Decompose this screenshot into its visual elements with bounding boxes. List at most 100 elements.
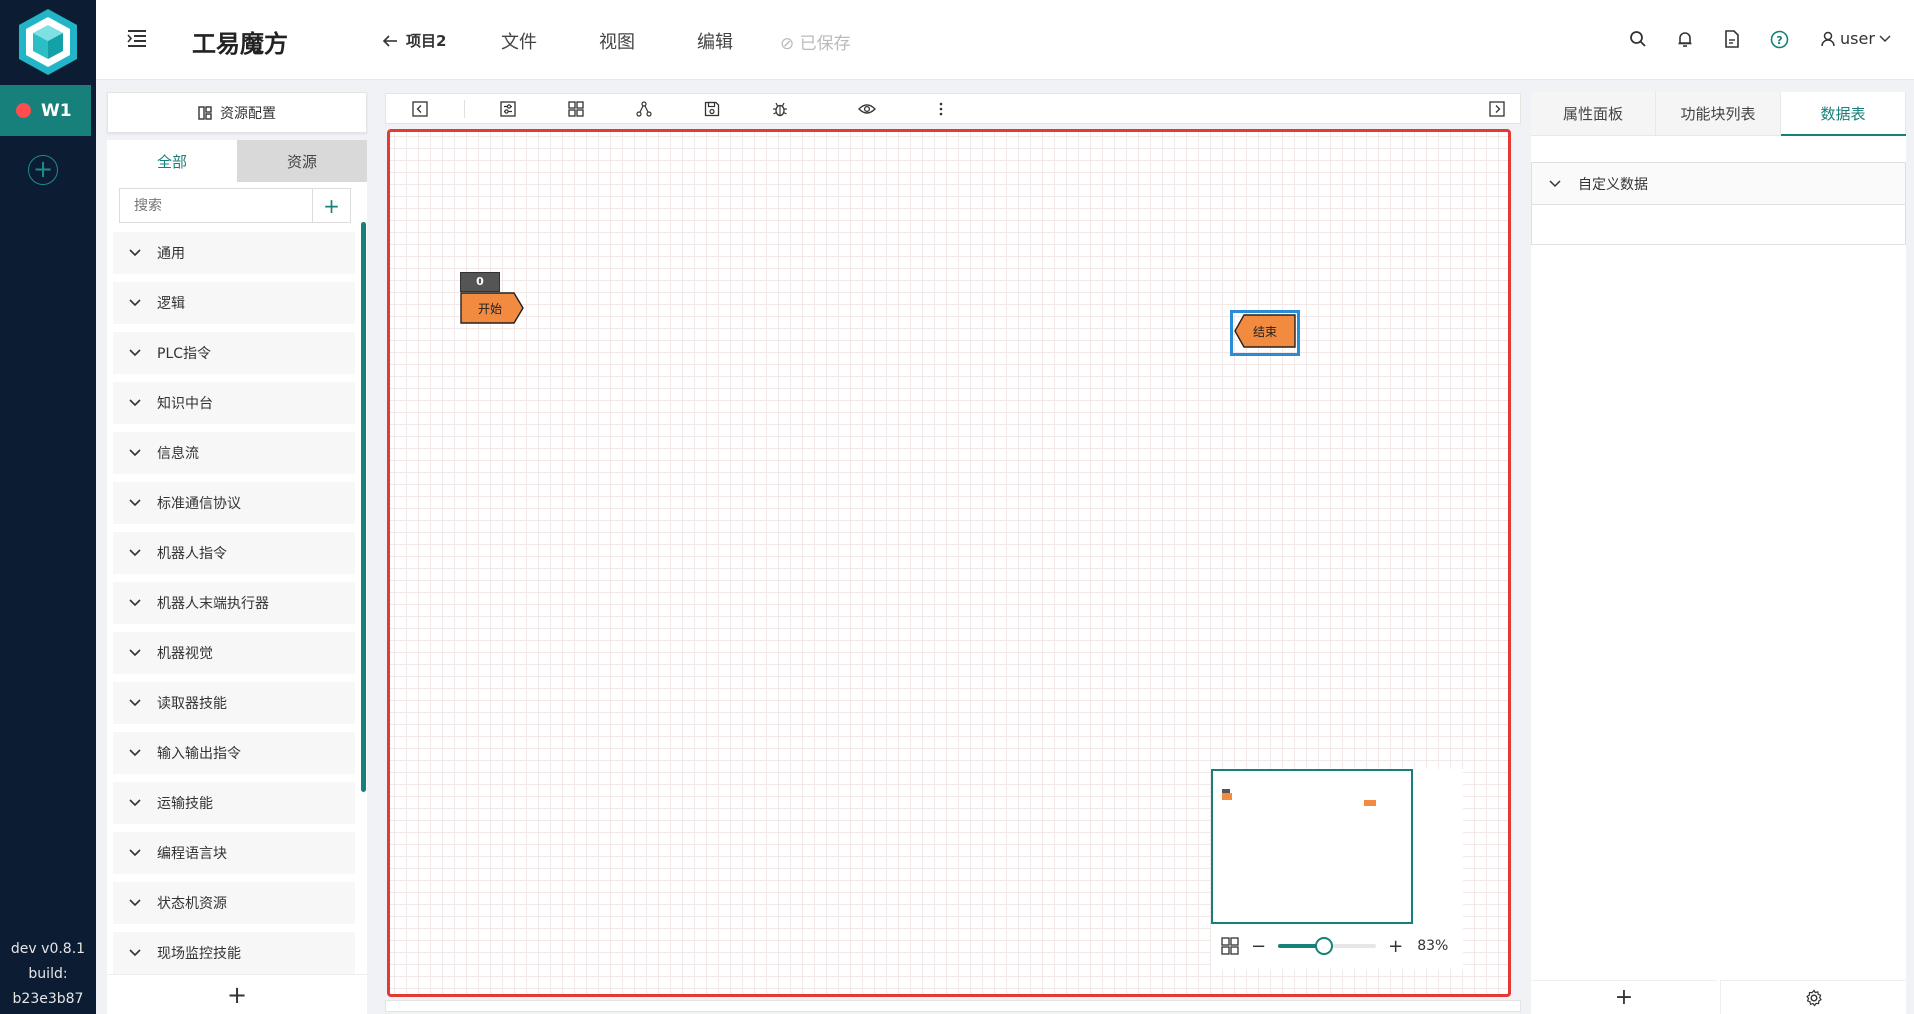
version-line: dev v0.8.1 [10,941,86,957]
resource-config-button[interactable]: 资源配置 [107,92,367,133]
layout-grid-icon[interactable] [566,99,586,119]
category-label: 机器视觉 [157,646,213,662]
category-item[interactable]: 机器人指令 [113,532,355,574]
category-item[interactable]: 信息流 [113,432,355,474]
search-icon[interactable] [1627,28,1649,50]
workspace-tab[interactable]: W1 [0,85,91,136]
minimap-start-node [1222,793,1232,800]
category-label: 标准通信协议 [157,496,241,512]
category-item[interactable]: 逻辑 [113,282,355,324]
start-node-label: 开始 [478,302,503,316]
save-icon[interactable] [702,99,722,119]
custom-data-title: 自定义数据 [1578,176,1648,193]
app-root: W1 + dev v0.8.1 build: b23e3b87 工易魔方 项目2… [0,0,1914,1014]
user-menu[interactable]: user [1820,29,1891,48]
zoom-slider-handle[interactable] [1315,937,1334,955]
tab-resources[interactable]: 资源 [237,140,367,182]
top-header: 工易魔方 项目2 文件 视图 编辑 ⊘ 已保存 ? user [96,0,1914,80]
settings-gear-icon[interactable] [1720,980,1906,1014]
settings-sliders-icon[interactable] [498,99,518,119]
end-node[interactable]: 结束 [1230,310,1300,356]
category-label: 读取器技能 [157,696,227,712]
menu-edit[interactable]: 编辑 [697,28,733,54]
user-icon [1821,31,1835,46]
app-title: 工易魔方 [192,30,288,58]
chevron-down-icon [115,699,155,707]
chevron-down-icon [115,949,155,957]
app-logo[interactable] [0,0,96,84]
tab-all[interactable]: 全部 [107,140,237,182]
category-item[interactable]: 读取器技能 [113,682,355,724]
end-node-label: 结束 [1253,325,1278,339]
chevron-down-icon [115,649,155,657]
tab-block-list[interactable]: 功能块列表 [1656,92,1781,135]
chevron-down-icon [115,499,155,507]
add-block-button[interactable]: + [312,189,350,222]
inspector-panel: 属性面板 功能块列表 数据表 自定义数据 + [1531,92,1906,1014]
help-icon[interactable]: ? [1768,28,1790,50]
user-name: user [1840,29,1875,48]
category-item[interactable]: 机器视觉 [113,632,355,674]
eye-preview-icon[interactable] [857,99,877,119]
custom-data-section-header[interactable]: 自定义数据 [1531,162,1906,205]
collapse-right-icon[interactable] [1487,99,1507,119]
saved-label: 已保存 [799,34,851,54]
zoom-in-button[interactable]: + [1388,936,1403,957]
bell-icon[interactable] [1674,28,1696,50]
category-item[interactable]: 通用 [113,232,355,274]
category-item[interactable]: 状态机资源 [113,882,355,924]
config-icon [198,105,212,120]
chevron-down-icon [115,449,155,457]
menu-file[interactable]: 文件 [501,28,537,54]
category-item[interactable]: 标准通信协议 [113,482,355,524]
canvas-footer-bar [385,1000,1521,1012]
flow-canvas[interactable]: 0 开始 结束 − + 83% [387,129,1511,997]
chevron-down-icon [115,599,155,607]
zoom-slider[interactable] [1278,937,1377,955]
workspace-label: W1 [41,100,72,121]
category-item[interactable]: 知识中台 [113,382,355,424]
category-item[interactable]: 编程语言块 [113,832,355,874]
category-item[interactable]: 机器人末端执行器 [113,582,355,624]
category-label: 通用 [157,246,185,262]
check-circle-icon: ⊘ [780,34,795,54]
canvas-toolbar [385,93,1521,124]
category-item[interactable]: 运输技能 [113,782,355,824]
add-data-button[interactable]: + [1531,980,1717,1014]
chevron-down-icon [115,899,155,907]
chevron-down-icon [1879,35,1891,42]
scrollbar[interactable] [361,222,366,792]
tab-data-table[interactable]: 数据表 [1781,92,1906,135]
debug-bug-icon[interactable] [770,99,790,119]
document-icon[interactable] [1721,28,1743,50]
more-options-icon[interactable] [931,99,951,119]
zoom-out-button[interactable]: − [1251,936,1266,957]
minimap: − + 83% [1211,769,1463,969]
version-info: dev v0.8.1 build: b23e3b87 [0,937,96,1014]
add-category-button[interactable]: + [107,974,367,1014]
category-label: 知识中台 [157,396,213,412]
category-label: 逻辑 [157,296,185,312]
start-node[interactable]: 开始 [460,292,524,328]
category-label: 信息流 [157,446,199,462]
network-nodes-icon[interactable] [634,99,654,119]
category-item[interactable]: PLC指令 [113,332,355,374]
chevron-down-icon [115,299,155,307]
menu-toggle-icon[interactable] [126,27,148,49]
start-node-id-badge: 0 [460,272,500,292]
minimap-viewport[interactable] [1211,769,1413,924]
category-item[interactable]: 输入输出指令 [113,732,355,774]
menu-view[interactable]: 视图 [599,28,635,54]
search-input[interactable] [120,189,312,222]
custom-data-section-body [1531,205,1906,245]
fit-view-icon[interactable] [1221,937,1239,955]
chevron-down-icon [115,749,155,757]
arrow-left-icon [382,34,397,47]
collapse-left-icon[interactable] [410,99,430,119]
category-label: PLC指令 [157,346,212,362]
add-workspace-button[interactable]: + [28,155,58,185]
back-to-project-button[interactable]: 项目2 [382,30,446,51]
category-item[interactable]: 现场监控技能 [113,932,355,974]
category-label: 机器人指令 [157,546,227,562]
tab-properties[interactable]: 属性面板 [1531,92,1656,135]
